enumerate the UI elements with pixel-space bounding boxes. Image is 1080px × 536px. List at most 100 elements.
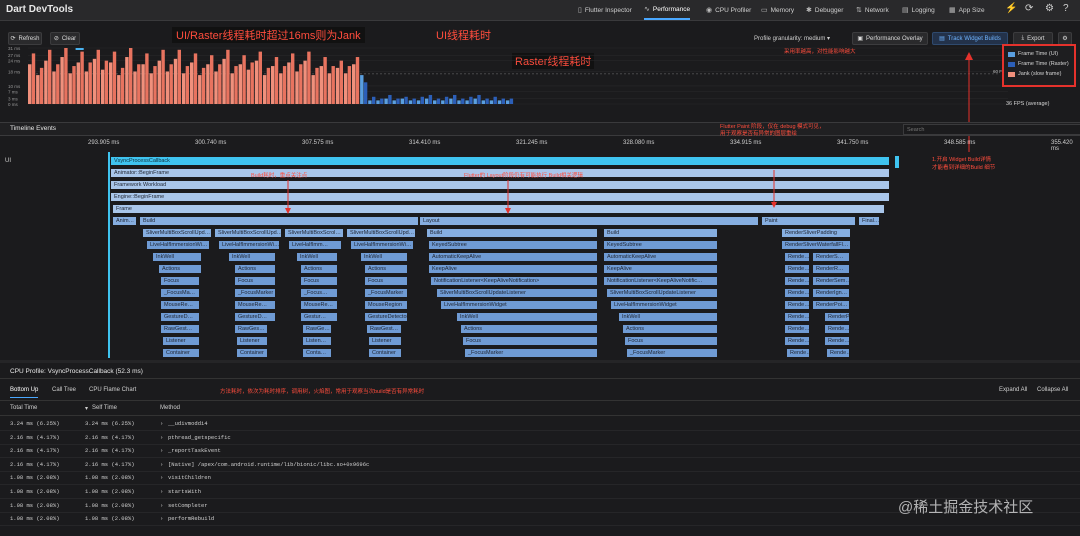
ui-frame-bar[interactable] xyxy=(465,100,469,104)
raster-frame-bar[interactable] xyxy=(315,67,319,104)
column-total-time[interactable]: Total Time xyxy=(10,405,37,411)
ui-frame-bar[interactable] xyxy=(279,73,283,104)
raster-frame-bar[interactable] xyxy=(137,64,141,104)
raster-frame-bar[interactable] xyxy=(201,67,206,104)
ui-frame-bar[interactable] xyxy=(457,100,461,104)
ui-frame-bar[interactable] xyxy=(109,62,113,104)
flame-event[interactable]: Listener xyxy=(162,336,200,346)
chevron-right-icon[interactable]: › xyxy=(160,420,163,427)
flame-event[interactable]: RenderIgn… xyxy=(812,288,850,298)
flame-event[interactable]: Container xyxy=(162,348,200,358)
flame-event[interactable]: Actions xyxy=(158,264,202,274)
raster-frame-bar[interactable] xyxy=(461,98,465,104)
flame-event[interactable]: RenderPoi… xyxy=(824,312,850,322)
ui-frame-bar[interactable] xyxy=(44,60,48,104)
flame-event[interactable]: Rende… xyxy=(784,300,810,310)
raster-frame-bar[interactable] xyxy=(218,64,222,104)
flame-event[interactable]: AutomaticKeepAlive xyxy=(428,252,598,262)
ui-frame-bar[interactable] xyxy=(198,75,202,104)
flame-event[interactable]: Focus xyxy=(300,276,338,286)
raster-frame-bar[interactable] xyxy=(234,66,238,104)
flame-event[interactable]: Build xyxy=(426,228,598,238)
raster-frame-bar[interactable] xyxy=(31,53,36,104)
chevron-right-icon[interactable]: › xyxy=(160,447,163,454)
flame-event[interactable]: NotificationListener<KeepAliveNotific… xyxy=(603,276,718,286)
raster-frame-bar[interactable] xyxy=(112,51,117,104)
panel-divider[interactable] xyxy=(0,360,1080,363)
flame-event[interactable]: Focus xyxy=(160,276,200,286)
flame-event[interactable]: KeepAlive xyxy=(428,264,598,274)
ui-frame-bar[interactable] xyxy=(262,75,267,104)
ui-frame-bar[interactable] xyxy=(84,71,89,104)
ui-frame-bar[interactable] xyxy=(505,100,510,104)
ui-frame-bar[interactable] xyxy=(368,100,372,104)
flame-event[interactable]: GestureD… xyxy=(160,312,200,322)
flame-event[interactable]: Focus xyxy=(624,336,718,346)
hot-restart-icon[interactable]: ⟳ xyxy=(1025,3,1033,14)
ui-frame-bar[interactable] xyxy=(497,100,502,104)
raster-frame-bar[interactable] xyxy=(493,96,497,104)
ui-frame-bar[interactable] xyxy=(28,64,32,104)
raster-frame-bar[interactable] xyxy=(210,55,214,104)
flame-event[interactable]: LiveHalfImmersionWi… xyxy=(146,240,210,250)
ui-frame-bar[interactable] xyxy=(230,73,234,104)
raster-frame-bar[interactable] xyxy=(104,60,109,104)
raster-frame-bar[interactable] xyxy=(226,49,230,104)
ui-frame-bar[interactable] xyxy=(384,98,388,104)
raster-frame-bar[interactable] xyxy=(331,66,335,104)
flame-event[interactable]: KeyedSubtree xyxy=(428,240,598,250)
raster-frame-bar[interactable] xyxy=(477,94,481,104)
flame-event[interactable]: Rende… xyxy=(786,348,810,358)
raster-frame-bar[interactable] xyxy=(274,57,279,104)
raster-frame-bar[interactable] xyxy=(347,66,352,104)
table-row[interactable]: 2.16 ms (4.17%) 2.16 ms (4.17%) pthread_ge… xyxy=(0,431,1080,445)
flame-event[interactable]: _FocusMa… xyxy=(160,288,200,298)
flame-event[interactable]: LiveHalfImmersionWi… xyxy=(218,240,280,250)
ui-frame-bar[interactable] xyxy=(214,71,218,104)
ui-frame-bar[interactable] xyxy=(327,73,332,104)
raster-frame-bar[interactable] xyxy=(469,96,473,104)
tab-flutter-inspector[interactable]: ▯ Flutter Inspector xyxy=(578,0,632,20)
flame-event[interactable]: SliverMultiBoxScrollUpdateListener xyxy=(606,288,718,298)
flame-event[interactable]: MouseRegion xyxy=(364,300,408,310)
flame-event[interactable]: GestureD… xyxy=(234,312,276,322)
flame-event[interactable]: SliverMultiBoxScrol… xyxy=(284,228,344,238)
flame-event[interactable]: Listener xyxy=(236,336,268,346)
raster-frame-bar[interactable] xyxy=(145,53,149,104)
raster-frame-bar[interactable] xyxy=(177,49,181,104)
raster-frame-bar[interactable] xyxy=(420,96,424,104)
raster-frame-bar[interactable] xyxy=(39,67,44,104)
flame-event[interactable]: RawGe… xyxy=(302,324,332,334)
ui-frame-bar[interactable] xyxy=(400,98,404,104)
ui-frame-bar[interactable] xyxy=(295,71,299,104)
flame-event[interactable]: Rende… xyxy=(784,324,810,334)
flame-event[interactable]: LiveHalfImm… xyxy=(288,240,342,250)
raster-frame-bar[interactable] xyxy=(153,66,157,104)
flame-event[interactable]: SliverMultiBoxScrollUpd… xyxy=(142,228,212,238)
flame-event[interactable]: SliverMultiBoxScrollUpdateListener xyxy=(436,288,598,298)
ui-frame-bar[interactable] xyxy=(157,60,161,104)
ui-frame-bar[interactable] xyxy=(222,58,226,104)
flame-event[interactable]: RawGest… xyxy=(366,324,402,334)
ui-frame-bar[interactable] xyxy=(76,62,80,104)
ui-frame-bar[interactable] xyxy=(424,98,429,104)
raster-frame-bar[interactable] xyxy=(64,48,68,104)
flame-event[interactable]: LiveHalfImmersionWi… xyxy=(350,240,414,250)
ui-frame-bar[interactable] xyxy=(190,62,194,104)
raster-frame-bar[interactable] xyxy=(380,98,384,104)
flame-event[interactable]: _FocusMarker xyxy=(364,288,408,298)
chevron-right-icon[interactable]: › xyxy=(160,461,163,468)
raster-frame-bar[interactable] xyxy=(96,49,100,104)
collapse-all-button[interactable]: Collapse All xyxy=(1037,387,1068,393)
ui-frame-bar[interactable] xyxy=(92,58,97,104)
raster-frame-bar[interactable] xyxy=(323,57,327,104)
chevron-right-icon[interactable]: › xyxy=(160,474,163,481)
ui-frame-bar[interactable] xyxy=(335,67,340,104)
flame-event[interactable]: InkWell xyxy=(296,252,338,262)
raster-frame-bar[interactable] xyxy=(282,66,287,104)
flame-event[interactable]: RenderR… xyxy=(812,264,850,274)
flame-event[interactable]: Rende… xyxy=(824,336,850,346)
flame-event[interactable]: RawGes… xyxy=(234,324,268,334)
ui-frame-bar[interactable] xyxy=(173,58,178,104)
raster-frame-bar[interactable] xyxy=(444,96,449,104)
